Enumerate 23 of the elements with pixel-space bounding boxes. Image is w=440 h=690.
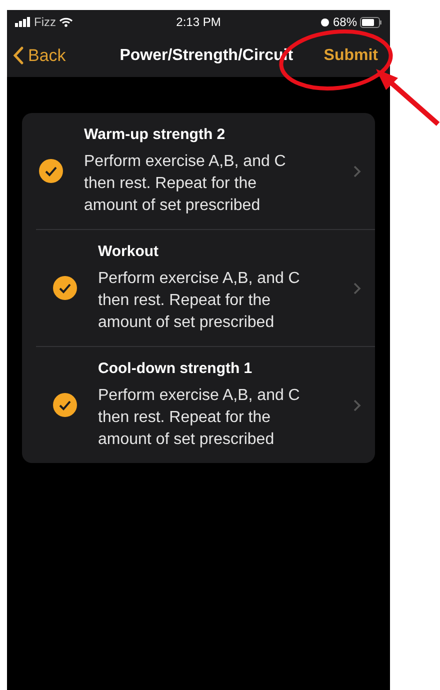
chevron-right-icon [353, 164, 361, 178]
alarm-icon [320, 17, 330, 27]
submit-button[interactable]: Submit [318, 44, 384, 68]
carrier-name: Fizz [34, 14, 56, 31]
annotation-arrow [376, 69, 440, 126]
item-description: Perform exercise A,B, and C then rest. Repeat for the amount of set prescribed [84, 152, 287, 216]
signal-icon [15, 17, 31, 27]
status-time: 2:13 PM [175, 14, 222, 31]
list-row[interactable]: Cool-down strength 1 Perform exercise A,B, and C then rest. Repeat for the amount of set prescribed [36, 346, 375, 463]
back-button[interactable]: Back [13, 42, 101, 68]
item-title: Warm-up strength 2 [84, 125, 226, 145]
wifi-icon [59, 17, 73, 27]
item-description: Perform exercise A,B, and C then rest. Repeat for the amount of set prescribed [98, 269, 301, 333]
item-description: Perform exercise A,B, and C then rest. Repeat for the amount of set prescribed [98, 386, 301, 450]
chevron-right-icon [353, 282, 361, 294]
list-row[interactable]: Warm-up strength 2 Perform exercise A,B, and C then rest. Repeat for the amount of set prescribed [22, 113, 375, 229]
chevron-right-icon [353, 398, 361, 412]
battery-percent: 68% [332, 14, 357, 31]
battery-icon [360, 16, 382, 28]
item-title: Cool-down strength 1 [98, 359, 254, 379]
list-row[interactable]: Workout Perform exercise A,B, and C then rest. Repeat for the amount of set prescribed [36, 229, 375, 346]
item-title: Workout [98, 242, 160, 262]
chevron-left-icon [13, 46, 24, 65]
